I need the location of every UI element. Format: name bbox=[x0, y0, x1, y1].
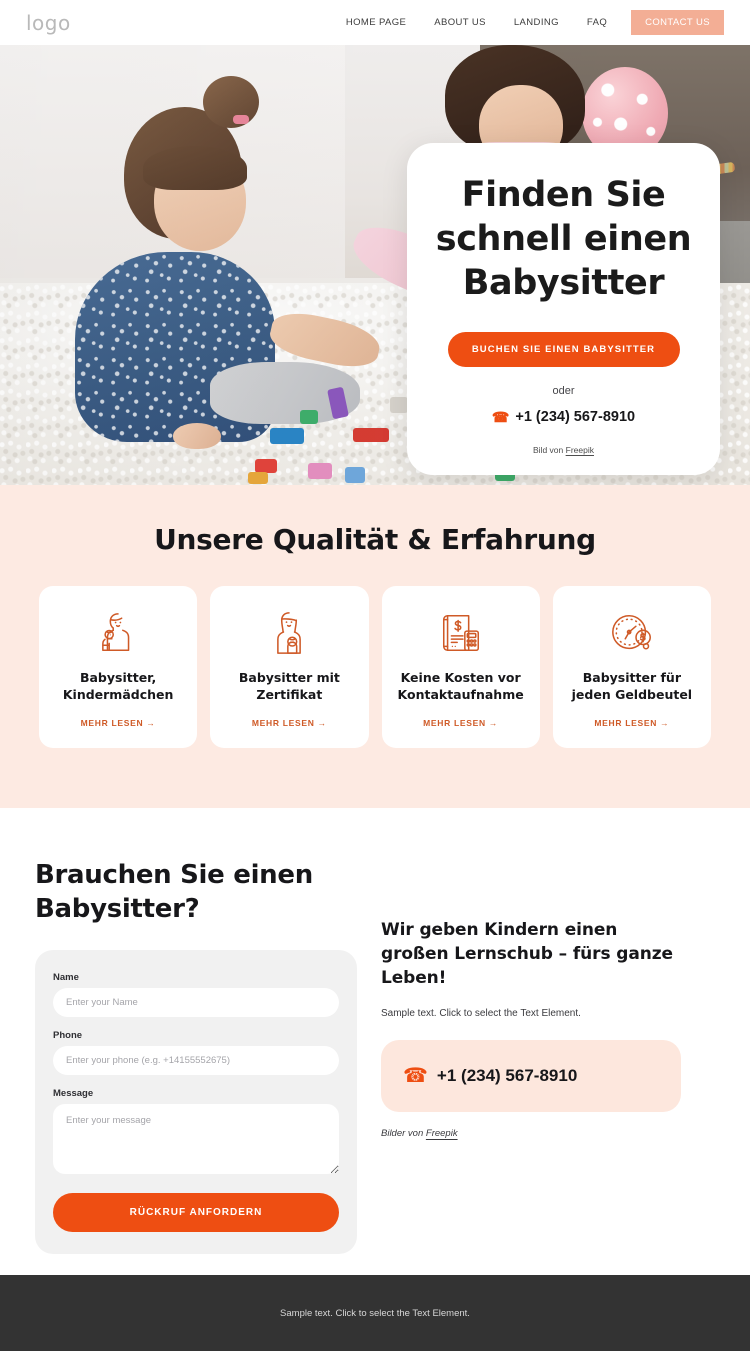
hero-phone-number: +1 (234) 567-8910 bbox=[515, 409, 636, 426]
contact-info-text: Sample text. Click to select the Text El… bbox=[381, 1008, 581, 1020]
message-label: Message bbox=[53, 1088, 94, 1100]
hero-credit-link[interactable]: Freepik bbox=[566, 445, 594, 455]
feature-card[interactable]: Babysitter mit Zertifikat MEHR LESEN → bbox=[210, 586, 369, 748]
site-footer: Sample text. Click to select the Text El… bbox=[0, 1275, 750, 1351]
contact-info-heading: Wir geben Kindern einen großen Lernschub… bbox=[381, 919, 673, 988]
contact-phone-box[interactable]: ☎ +1 (234) 567-8910 bbox=[381, 1040, 681, 1113]
feature-card[interactable]: Babysitter, Kindermädchen MEHR LESEN → bbox=[39, 586, 198, 748]
contact-credit-link[interactable]: Freepik bbox=[426, 1128, 458, 1139]
nav-item-home-page[interactable]: HOME PAGE bbox=[332, 17, 420, 28]
phone-icon: ☎ bbox=[491, 409, 510, 426]
contact-heading: Brauchen Sie einen Babysitter? bbox=[35, 859, 313, 925]
features-section: Unsere Qualität & Erfahrung Babysitter, … bbox=[0, 485, 750, 808]
nav-item-landing[interactable]: LANDING bbox=[500, 17, 573, 28]
feature-cards: Babysitter, Kindermädchen MEHR LESEN → B… bbox=[39, 586, 711, 748]
name-label: Name bbox=[53, 972, 79, 984]
callback-form: Name Phone Message RÜCKRUF ANFORDERN bbox=[35, 950, 357, 1255]
contact-info-column: Wir geben Kindern einen großen Lernschub… bbox=[381, 858, 681, 1139]
invoice-calculator-icon bbox=[442, 614, 479, 652]
contact-section: Brauchen Sie einen Babysitter? Name Phon… bbox=[35, 807, 715, 1255]
contact-us-button[interactable]: CONTACT US bbox=[631, 10, 724, 35]
contact-credit-prefix: Bilder von bbox=[381, 1128, 426, 1140]
message-textarea[interactable] bbox=[53, 1104, 339, 1175]
hero-title: Finden Sie schnell einen Babysitter bbox=[435, 175, 692, 304]
feature-card-title: Keine Kosten vor Kontaktaufnahme bbox=[397, 670, 524, 702]
phone-label: Phone bbox=[53, 1030, 83, 1042]
hero-credit-prefix: Bild von bbox=[533, 445, 566, 456]
clock-money-icon bbox=[611, 614, 651, 650]
main-navigation: HOME PAGE ABOUT US LANDING FAQ CONTACT U… bbox=[332, 10, 724, 35]
feature-card-title: Babysitter mit Zertifikat bbox=[238, 670, 340, 702]
hero-phone[interactable]: ☎ +1 (234) 567-8910 bbox=[431, 409, 696, 425]
phone-input[interactable] bbox=[53, 1046, 339, 1076]
footer-text: Sample text. Click to select the Text El… bbox=[280, 1307, 470, 1319]
feature-card-link[interactable]: MEHR LESEN → bbox=[594, 704, 669, 728]
feature-card-link[interactable]: MEHR LESEN → bbox=[252, 704, 327, 728]
request-callback-button[interactable]: RÜCKRUF ANFORDERN bbox=[53, 1193, 339, 1233]
hero-or-label: oder bbox=[552, 385, 575, 398]
landing-page: logo HOME PAGE ABOUT US LANDING FAQ CONT… bbox=[0, 0, 750, 1351]
contact-form-column: Brauchen Sie einen Babysitter? Name Phon… bbox=[35, 858, 357, 1255]
feature-card[interactable]: Babysitter für jeden Geldbeutel MEHR LES… bbox=[552, 586, 711, 748]
nanny-with-baby-icon bbox=[102, 613, 130, 652]
feature-card-title: Babysitter, Kindermädchen bbox=[62, 670, 174, 702]
contact-image-credit: Bilder von Freepik bbox=[381, 1128, 681, 1139]
phone-icon: ☎ bbox=[403, 1065, 428, 1088]
feature-card-link[interactable]: MEHR LESEN → bbox=[81, 704, 156, 728]
site-logo[interactable]: logo bbox=[26, 11, 71, 35]
woman-holding-baby-icon bbox=[277, 612, 302, 654]
hero-section: Finden Sie schnell einen Babysitter BUCH… bbox=[0, 45, 750, 485]
book-babysitter-button[interactable]: BUCHEN SIE EINEN BABYSITTER bbox=[447, 332, 680, 368]
contact-phone-number: +1 (234) 567-8910 bbox=[436, 1066, 578, 1086]
nav-item-faq[interactable]: FAQ bbox=[573, 17, 621, 28]
feature-card[interactable]: Keine Kosten vor Kontaktaufnahme MEHR LE… bbox=[381, 586, 540, 748]
site-header: logo HOME PAGE ABOUT US LANDING FAQ CONT… bbox=[0, 0, 750, 45]
feature-card-link[interactable]: MEHR LESEN → bbox=[423, 704, 498, 728]
feature-card-title: Babysitter für jeden Geldbeutel bbox=[571, 670, 693, 702]
name-input[interactable] bbox=[53, 988, 339, 1018]
features-title: Unsere Qualität & Erfahrung bbox=[154, 523, 596, 556]
hero-card: Finden Sie schnell einen Babysitter BUCH… bbox=[407, 143, 720, 476]
hero-image-credit: Bild von Freepik bbox=[431, 445, 696, 455]
nav-item-about-us[interactable]: ABOUT US bbox=[420, 17, 500, 28]
